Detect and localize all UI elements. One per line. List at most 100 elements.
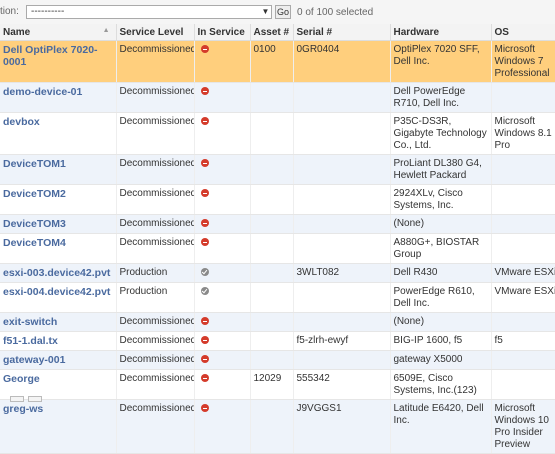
table-row[interactable]: demo-device-01 Decommissioned Dell PowerEd… <box>0 82 555 113</box>
column-header-asset[interactable]: Asset # <box>250 24 294 41</box>
cell-service-level: Decommissioned <box>116 331 195 351</box>
go-button[interactable]: Go <box>275 5 291 19</box>
cell-serial <box>293 233 391 264</box>
cell-name[interactable]: demo-device-01 <box>0 82 117 113</box>
cell-hardware: Dell PowerEdge R710, Dell Inc. <box>390 82 492 113</box>
table-row[interactable]: DeviceTOM1 Decommissioned ProLiant DL380 G… <box>0 154 555 185</box>
cell-name[interactable]: Dell OptiPlex 7020-0001 <box>0 40 117 83</box>
device-table: Name ▲ Service Level In Service Asset # S… <box>0 24 555 454</box>
table-row[interactable]: esxi-004.device42.pvt Production PowerEdge… <box>0 282 555 313</box>
column-header-service-level[interactable]: Service Level <box>116 24 195 41</box>
cell-hardware: 2924XLv, Cisco Systems, Inc. <box>390 184 492 215</box>
cell-service-level: Production <box>116 263 195 283</box>
no-entry-icon <box>200 404 209 412</box>
cell-asset <box>250 82 294 113</box>
cell-hardware: (None) <box>390 312 492 332</box>
cell-in-service <box>194 312 251 332</box>
action-label: tion: <box>0 6 19 17</box>
table-row[interactable]: devbox Decommissioned P35C-DS3R, Gigabyte … <box>0 112 555 155</box>
cell-hardware: (None) <box>390 214 492 234</box>
table-row[interactable]: f51-1.dal.tx Decommissioned f5-zlrh-ewyf BI… <box>0 331 555 351</box>
cell-serial: f5-zlrh-ewyf <box>293 331 391 351</box>
column-header-in-service[interactable]: In Service <box>194 24 251 41</box>
cell-hardware: Dell R430 <box>390 263 492 283</box>
action-select-value: ---------- <box>31 6 65 17</box>
cell-name[interactable]: esxi-003.device42.pvt <box>0 263 117 283</box>
cell-name[interactable]: esxi-004.device42.pvt <box>0 282 117 313</box>
cell-asset <box>250 154 294 185</box>
cell-os: f5 <box>491 331 555 351</box>
cell-serial <box>293 214 391 234</box>
pagination-next-button[interactable] <box>28 396 42 402</box>
cell-name[interactable]: gateway-001 <box>0 350 117 370</box>
cell-service-level: Decommissioned <box>116 233 195 264</box>
cell-name[interactable]: devbox <box>0 112 117 155</box>
table-row[interactable]: esxi-003.device42.pvt Production 3WLT082 De… <box>0 263 555 283</box>
cell-os <box>491 350 555 370</box>
table-row[interactable]: greg-ws Decommissioned J9VGGS1 Latitude E64… <box>0 399 555 454</box>
cell-service-level: Decommissioned <box>116 399 195 454</box>
column-header-hardware[interactable]: Hardware <box>390 24 492 41</box>
cell-serial <box>293 312 391 332</box>
cell-os <box>491 214 555 234</box>
cell-hardware: PowerEdge R610, Dell Inc. <box>390 282 492 313</box>
selection-counter: 0 of 100 selected <box>297 7 374 18</box>
no-entry-icon <box>200 219 209 227</box>
no-entry-icon <box>200 87 209 95</box>
cell-serial: 0GR0404 <box>293 40 391 83</box>
column-header-os[interactable]: OS <box>491 24 555 41</box>
table-row[interactable]: gateway-001 Decommissioned gateway X5000 <box>0 350 555 370</box>
cell-name[interactable]: DeviceTOM2 <box>0 184 117 215</box>
cell-asset <box>250 214 294 234</box>
cell-os <box>491 312 555 332</box>
table-row[interactable]: DeviceTOM2 Decommissioned 2924XLv, Cisco S… <box>0 184 555 215</box>
table-row[interactable]: DeviceTOM4 Decommissioned A880G+, BIOSTAR … <box>0 233 555 264</box>
action-bar: tion: ---------- ▼ Go 0 of 100 selected <box>0 0 555 25</box>
cell-service-level: Decommissioned <box>116 154 195 185</box>
cell-in-service <box>194 214 251 234</box>
cell-serial <box>293 350 391 370</box>
no-entry-icon <box>200 189 209 197</box>
action-select[interactable]: ---------- ▼ <box>26 5 272 19</box>
table-header-row: Name ▲ Service Level In Service Asset # S… <box>0 24 555 41</box>
cell-name[interactable]: DeviceTOM1 <box>0 154 117 185</box>
cell-os: Microsoft Windows 7 Professional <box>491 40 555 83</box>
cell-in-service <box>194 40 251 83</box>
table-row[interactable]: exit-switch Decommissioned (None) <box>0 312 555 332</box>
cell-in-service <box>194 233 251 264</box>
cell-service-level: Decommissioned <box>116 82 195 113</box>
cell-hardware: OptiPlex 7020 SFF, Dell Inc. <box>390 40 492 83</box>
cell-asset <box>250 331 294 351</box>
column-header-serial[interactable]: Serial # <box>293 24 391 41</box>
cell-os <box>491 233 555 264</box>
table-row[interactable]: DeviceTOM3 Decommissioned (None) <box>0 214 555 234</box>
cell-os <box>491 82 555 113</box>
cell-os: Microsoft Windows 8.1 Pro <box>491 112 555 155</box>
cell-serial: J9VGGS1 <box>293 399 391 454</box>
check-icon <box>200 287 209 295</box>
cell-service-level: Decommissioned <box>116 112 195 155</box>
column-header-name[interactable]: Name ▲ <box>0 24 117 41</box>
cell-in-service <box>194 184 251 215</box>
cell-serial: 3WLT082 <box>293 263 391 283</box>
pagination-prev-button[interactable] <box>10 396 24 402</box>
chevron-down-icon: ▼ <box>261 7 270 16</box>
cell-in-service <box>194 282 251 313</box>
cell-asset <box>250 263 294 283</box>
cell-hardware: Latitude E6420, Dell Inc. <box>390 399 492 454</box>
cell-name[interactable]: f51-1.dal.tx <box>0 331 117 351</box>
cell-name[interactable]: DeviceTOM3 <box>0 214 117 234</box>
cell-asset <box>250 233 294 264</box>
cell-service-level: Decommissioned <box>116 184 195 215</box>
cell-name[interactable]: greg-ws <box>0 399 117 454</box>
no-entry-icon <box>200 374 209 382</box>
cell-service-level: Decommissioned <box>116 214 195 234</box>
cell-asset <box>250 399 294 454</box>
cell-os: VMware ESXi <box>491 282 555 313</box>
pagination <box>0 392 555 402</box>
cell-name[interactable]: DeviceTOM4 <box>0 233 117 264</box>
no-entry-icon <box>200 159 209 167</box>
table-row[interactable]: Dell OptiPlex 7020-0001 Decommissioned 010… <box>0 40 555 83</box>
cell-name[interactable]: exit-switch <box>0 312 117 332</box>
sort-ascending-icon: ▲ <box>102 27 110 34</box>
